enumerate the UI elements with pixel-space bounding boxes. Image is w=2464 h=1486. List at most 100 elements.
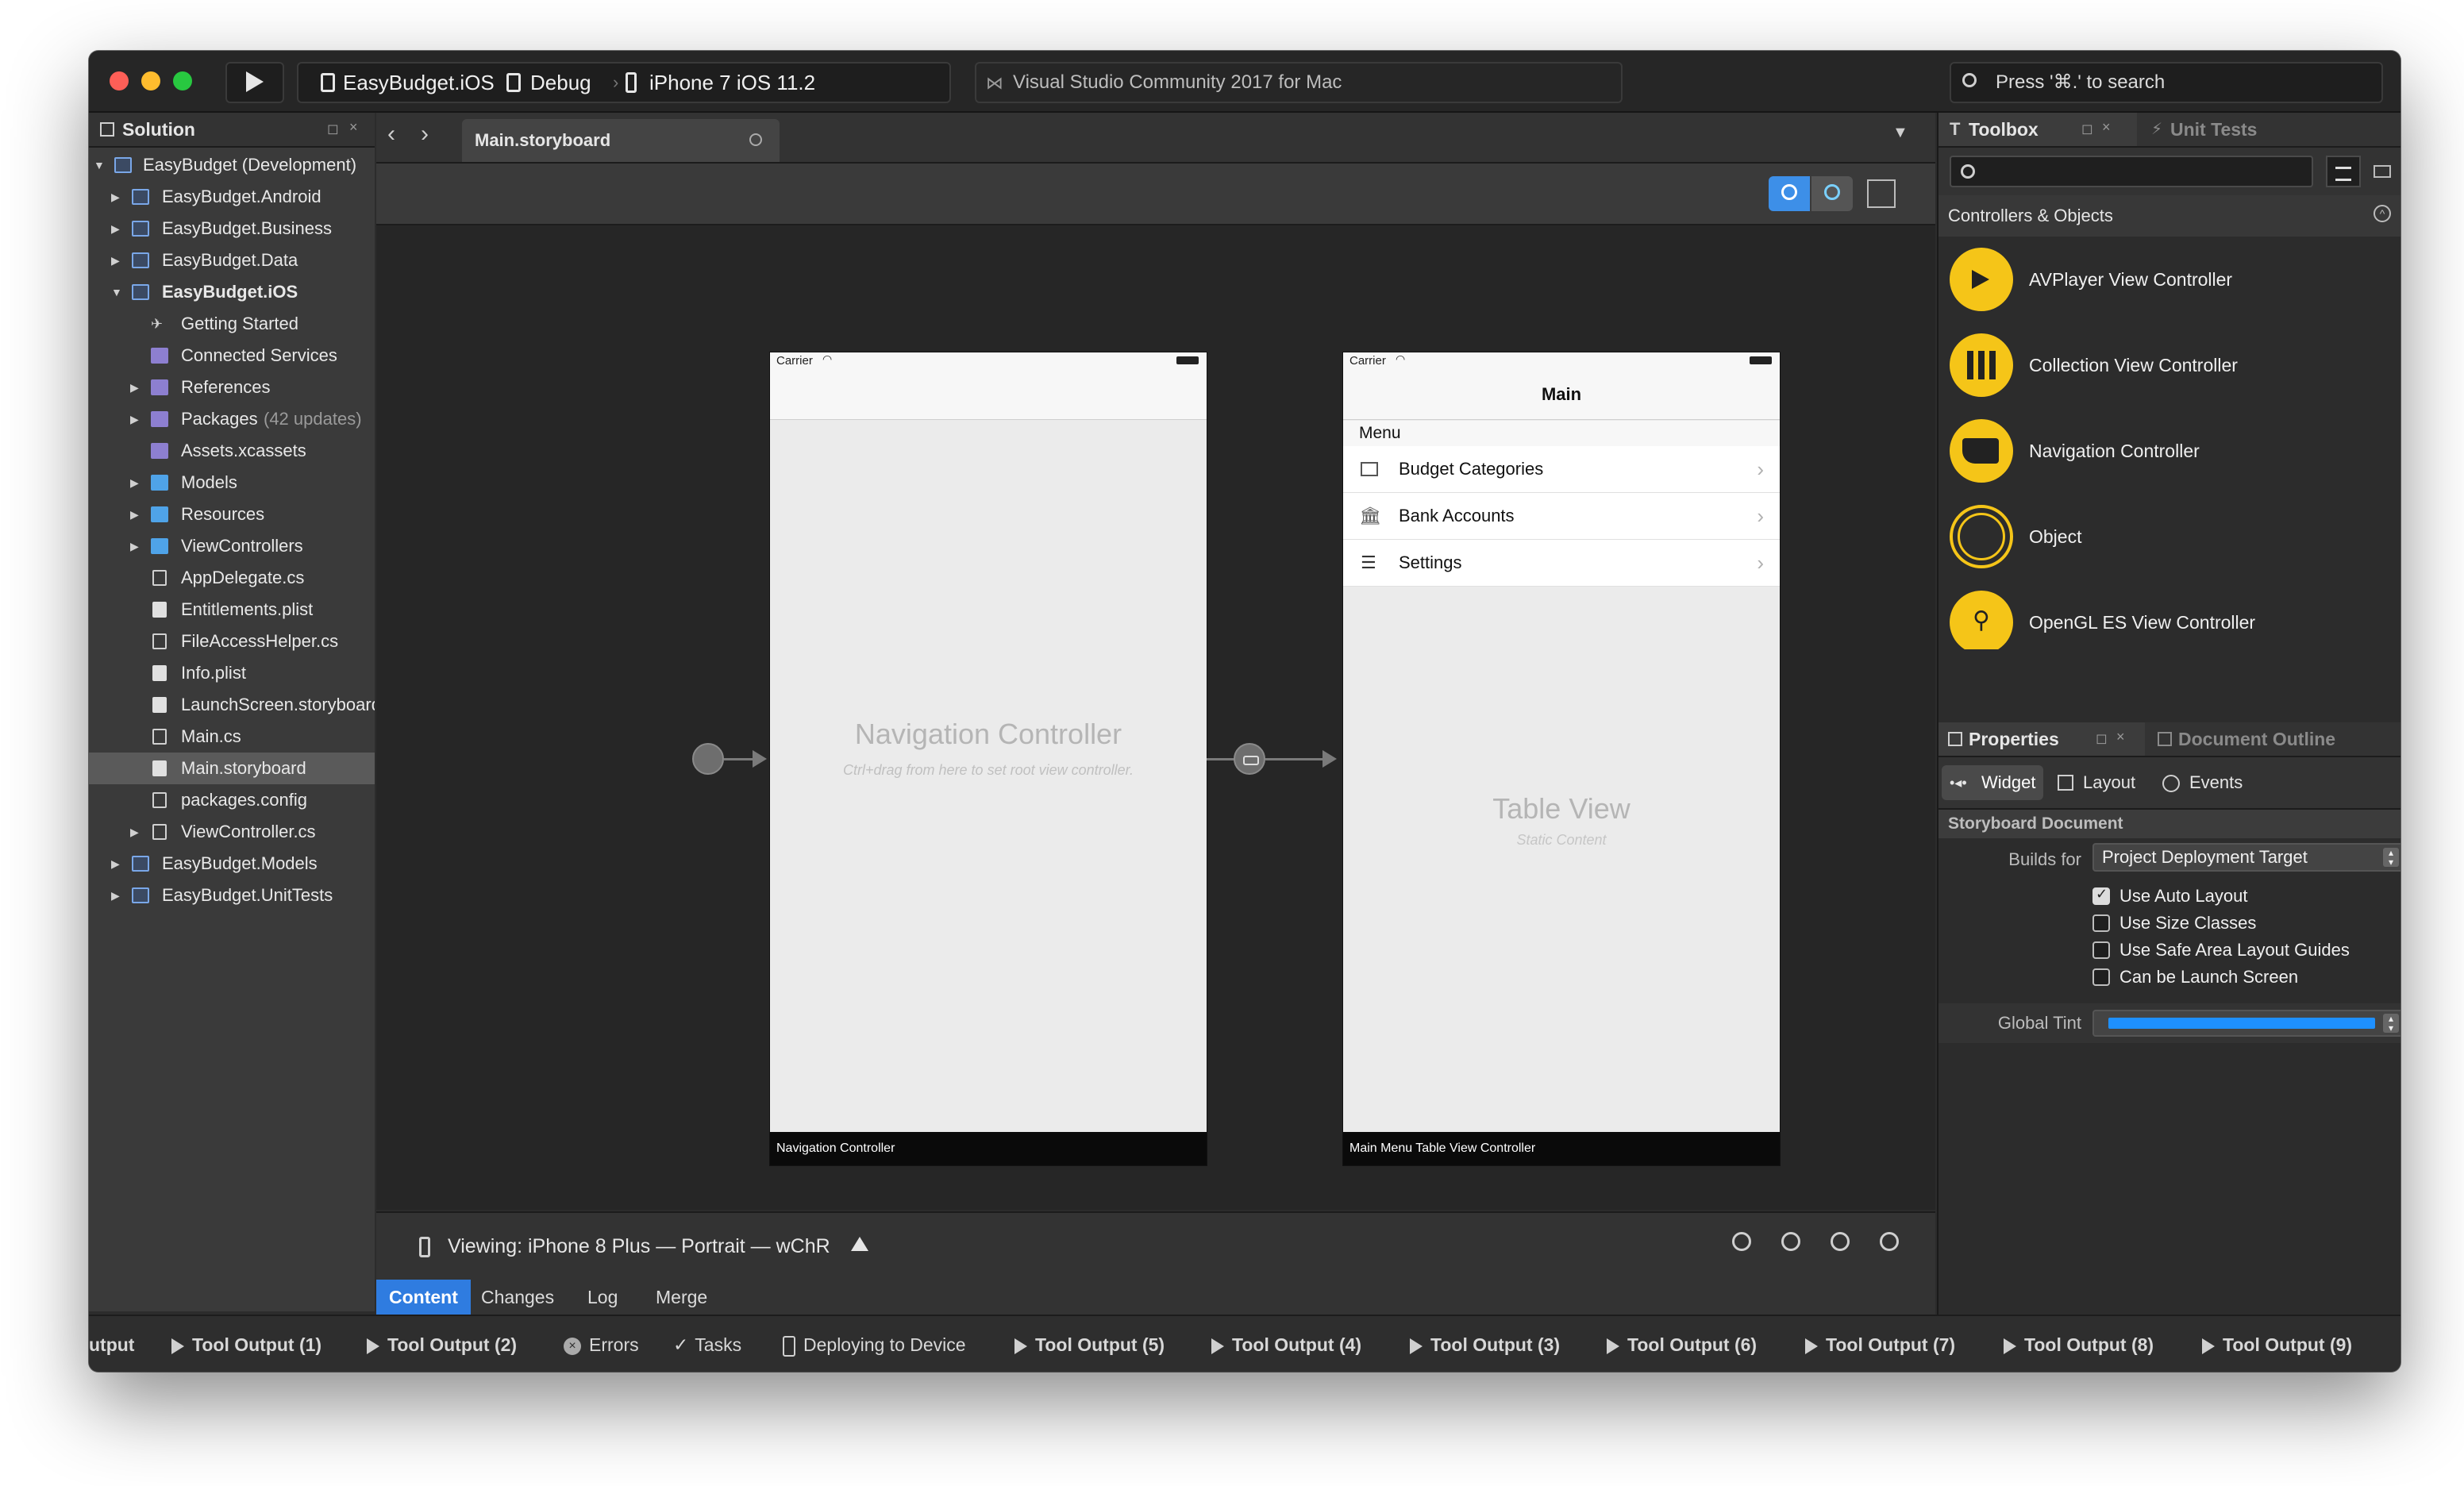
tasks-tab[interactable]: ✓ Tasks	[673, 1316, 741, 1372]
errors-tab[interactable]: × Errors	[564, 1316, 639, 1372]
search-box[interactable]: Press '⌘.' to search	[1950, 62, 2383, 103]
tool-output-4-tab[interactable]: Tool Output (4)	[1211, 1316, 1361, 1372]
zoom-window-button[interactable]	[173, 71, 192, 90]
tree-item-folder[interactable]: ▶ Resources	[89, 499, 375, 530]
segue-icon[interactable]	[1234, 743, 1265, 775]
layout-toggle-icon[interactable]	[1867, 179, 1896, 208]
config-selector[interactable]: Debug	[530, 64, 591, 102]
device-selector[interactable]: iPhone 7 iOS 11.2	[649, 64, 815, 102]
tree-item-project[interactable]: ▶ EasyBudget.Android	[89, 181, 375, 213]
table-cell-budget-categories[interactable]: Budget Categories ›	[1343, 446, 1780, 493]
entry-point-icon[interactable]	[692, 743, 724, 775]
tree-item-project[interactable]: ▶ EasyBudget.Business	[89, 213, 375, 244]
dock-pad-icon[interactable]: ◻	[2096, 730, 2108, 747]
tree-item-file[interactable]: LaunchScreen.storyboard	[89, 689, 375, 721]
tab-main-storyboard[interactable]: Main.storyboard	[462, 119, 780, 162]
tree-item-getting-started[interactable]: ✈ Getting Started	[89, 308, 375, 340]
tree-item-assets[interactable]: Assets.xcassets	[89, 435, 375, 467]
tree-item-file-selected[interactable]: Main.storyboard	[89, 753, 375, 784]
tree-item-solution[interactable]: ▼ EasyBudget (Development)	[89, 149, 375, 181]
collapsed-triangle-icon[interactable]: ▶	[111, 244, 120, 276]
builds-for-select[interactable]: Project Deployment Target ▴ ▾	[2092, 843, 2400, 872]
tab-content[interactable]: Content	[376, 1280, 471, 1315]
tab-close-icon[interactable]	[749, 133, 762, 146]
tool-output-6-tab[interactable]: Tool Output (6)	[1607, 1316, 1757, 1372]
global-tint-picker[interactable]: ▴ ▾	[2092, 1010, 2400, 1037]
collapsed-triangle-icon[interactable]: ▶	[130, 372, 139, 403]
dock-pad-icon[interactable]: ◻	[2081, 121, 2093, 137]
tree-item-file[interactable]: ▶ ViewController.cs	[89, 816, 375, 848]
launch-screen-checkbox[interactable]	[2092, 968, 2110, 986]
storyboard-canvas[interactable]: Carrier ◠ Navigation Controller Ctrl+dra…	[376, 225, 1935, 1210]
close-pad-icon[interactable]: ×	[2102, 119, 2111, 136]
collapse-chevron-icon[interactable]: ^	[2374, 205, 2391, 222]
scene-footer[interactable]: Main Menu Table View Controller	[1343, 1132, 1780, 1165]
collapsed-triangle-icon[interactable]: ▶	[111, 181, 120, 213]
list-view-button[interactable]	[2326, 156, 2361, 187]
collapsed-triangle-icon[interactable]: ▶	[111, 213, 120, 244]
constraints-editing-button[interactable]	[1769, 176, 1810, 211]
collapsed-triangle-icon[interactable]: ▶	[111, 848, 120, 880]
table-cell-settings[interactable]: ☰ Settings ›	[1343, 540, 1780, 587]
toolbox-section-header[interactable]: Controllers & Objects ^	[1938, 195, 2400, 237]
tab-toolbox[interactable]: T Toolbox ◻ ×	[1938, 113, 2137, 146]
tree-item-file[interactable]: AppDelegate.cs	[89, 562, 375, 594]
tab-properties[interactable]: Properties ◻ ×	[1938, 722, 2145, 756]
tab-events[interactable]: Events	[2162, 765, 2266, 800]
tree-item-project[interactable]: ▶ EasyBudget.UnitTests	[89, 880, 375, 911]
collapsed-triangle-icon[interactable]: ▶	[111, 880, 120, 911]
tree-item-project[interactable]: ▶ EasyBudget.Models	[89, 848, 375, 880]
tree-item-file[interactable]: packages.config	[89, 784, 375, 816]
toolbox-item-opengl[interactable]: ⚲ OpenGL ES View Controller	[1938, 579, 2400, 649]
tree-item-file[interactable]: Main.cs	[89, 721, 375, 753]
tab-unit-tests[interactable]: ⚡ Unit Tests	[2139, 113, 2337, 146]
tool-output-2-tab[interactable]: Tool Output (2)	[367, 1316, 517, 1372]
tab-list-dropdown-icon[interactable]: ▼	[1892, 124, 1908, 142]
tab-layout[interactable]: Layout	[2058, 765, 2153, 800]
toolbox-item-avplayer[interactable]: AVPlayer View Controller	[1938, 237, 2400, 322]
tree-item-file[interactable]: Entitlements.plist	[89, 594, 375, 626]
tab-widget[interactable]: •◂• Widget	[1942, 765, 2043, 800]
expanded-triangle-icon[interactable]: ▼	[111, 276, 122, 308]
forward-chevron-icon[interactable]: ›	[421, 121, 429, 148]
collapsed-triangle-icon[interactable]: ▶	[130, 403, 139, 435]
toolbox-search-input[interactable]	[1950, 156, 2313, 187]
project-selector[interactable]: EasyBudget.iOS	[343, 64, 495, 102]
toolbox-item-navigation-controller[interactable]: Navigation Controller	[1938, 408, 2400, 494]
use-size-classes-checkbox[interactable]	[2092, 914, 2110, 932]
tree-item-file[interactable]: Info.plist	[89, 657, 375, 689]
tool-output-8-tab[interactable]: Tool Output (8)	[2004, 1316, 2154, 1372]
tool-output-1-tab[interactable]: Tool Output (1)	[171, 1316, 321, 1372]
collapsed-triangle-icon[interactable]: ▶	[130, 467, 139, 499]
tab-log[interactable]: Log	[575, 1280, 630, 1315]
zoom-to-fit-icon[interactable]	[1732, 1232, 1751, 1251]
tree-item-references[interactable]: ▶ References	[89, 372, 375, 403]
expand-triangle-icon[interactable]	[851, 1237, 868, 1251]
tool-output-7-tab[interactable]: Tool Output (7)	[1805, 1316, 1955, 1372]
back-chevron-icon[interactable]: ‹	[387, 121, 395, 148]
tree-item-folder[interactable]: ▶ ViewControllers	[89, 530, 375, 562]
zoom-out-icon[interactable]	[1781, 1232, 1800, 1251]
tab-document-outline[interactable]: Document Outline	[2146, 722, 2400, 756]
viewing-label[interactable]: Viewing: iPhone 8 Plus — Portrait — wChR	[448, 1213, 830, 1280]
dock-pad-icon[interactable]: ◻	[327, 121, 339, 137]
zoom-in-icon[interactable]	[1880, 1232, 1899, 1251]
expanded-triangle-icon[interactable]: ▼	[94, 149, 105, 181]
tree-item-project-active[interactable]: ▼ EasyBudget.iOS	[89, 276, 375, 308]
main-menu-table-scene[interactable]: Carrier ◠ Main Menu Budget Categories › …	[1343, 352, 1780, 1165]
scene-footer[interactable]: Navigation Controller	[770, 1132, 1207, 1165]
tool-output-3-tab[interactable]: Tool Output (3)	[1410, 1316, 1560, 1372]
run-button[interactable]	[225, 62, 284, 103]
toolbox-item-collection-view[interactable]: Collection View Controller	[1938, 322, 2400, 408]
tool-output-9-tab[interactable]: Tool Output (9)	[2202, 1316, 2352, 1372]
toolbox-item-object[interactable]: Object	[1938, 494, 2400, 579]
navigation-controller-scene[interactable]: Carrier ◠ Navigation Controller Ctrl+dra…	[770, 352, 1207, 1165]
zoom-actual-size-icon[interactable]	[1831, 1232, 1850, 1251]
collapsed-triangle-icon[interactable]: ▶	[130, 530, 139, 562]
tree-item-folder[interactable]: ▶ Models	[89, 467, 375, 499]
tree-item-file[interactable]: FileAccessHelper.cs	[89, 626, 375, 657]
close-pad-icon[interactable]: ×	[2116, 729, 2125, 745]
tree-item-project[interactable]: ▶ EasyBudget.Data	[89, 244, 375, 276]
tree-item-packages[interactable]: ▶ Packages (42 updates)	[89, 403, 375, 435]
grid-view-button[interactable]	[2367, 156, 2399, 187]
